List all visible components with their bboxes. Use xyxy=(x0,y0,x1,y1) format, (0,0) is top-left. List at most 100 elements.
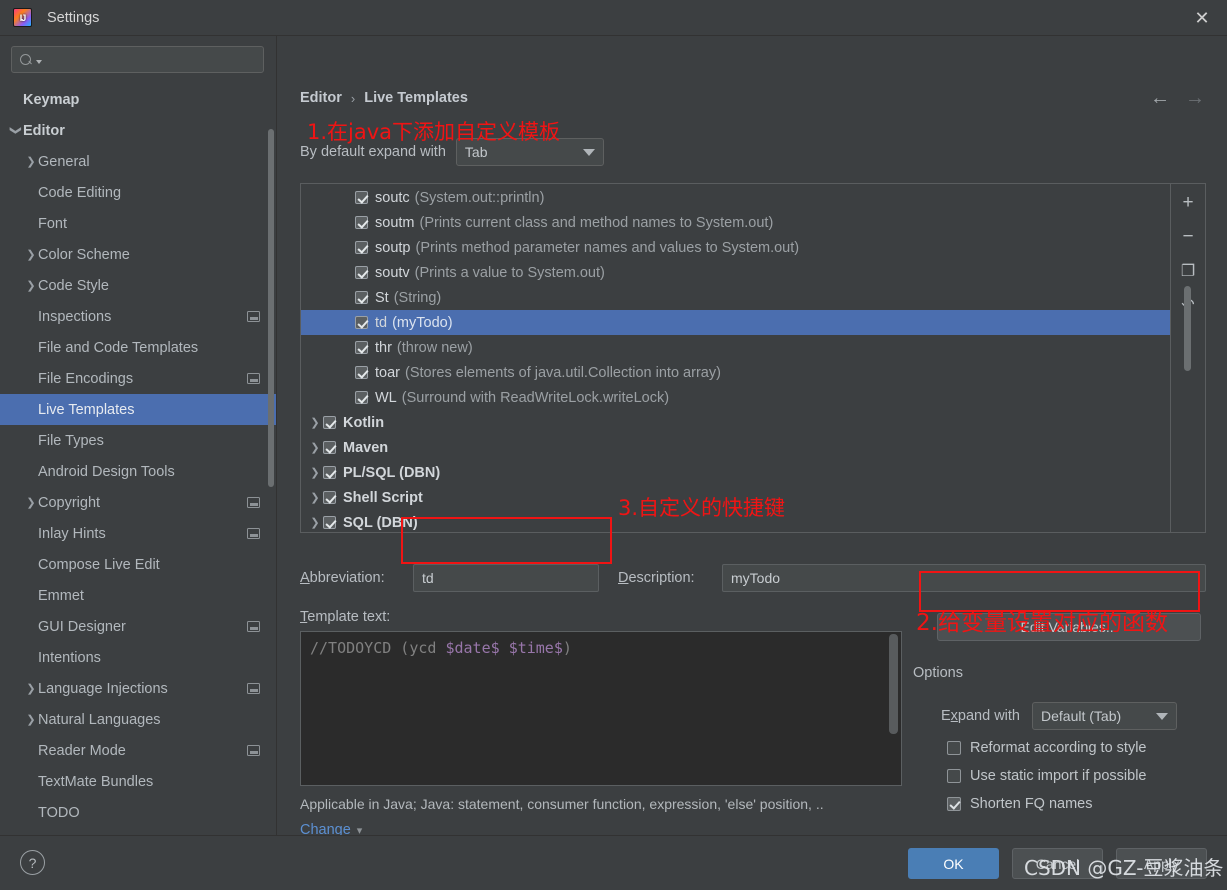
template-list-item[interactable]: soutv (Prints a value to System.out) xyxy=(301,260,1170,285)
sidebar-item-natural-languages[interactable]: ❯ Natural Languages xyxy=(0,704,276,735)
template-list-item[interactable]: soutm (Prints current class and method na… xyxy=(301,210,1170,235)
chevron-right-icon[interactable]: ❯ xyxy=(24,248,38,261)
add-icon[interactable]: + xyxy=(1177,192,1199,214)
help-icon[interactable]: ? xyxy=(20,850,45,875)
search-wrapper xyxy=(0,36,276,73)
sidebar-item-android-design-tools[interactable]: Android Design Tools xyxy=(0,456,276,487)
chevron-right-icon[interactable]: ❯ xyxy=(24,279,38,292)
template-list-item[interactable]: soutp (Prints method parameter names and … xyxy=(301,235,1170,260)
description-input[interactable]: myTodo xyxy=(722,564,1206,592)
template-enabled-checkbox[interactable] xyxy=(355,391,368,404)
chevron-right-icon[interactable]: ❯ xyxy=(307,416,323,429)
sidebar-item-gui-designer[interactable]: GUI Designer xyxy=(0,611,276,642)
sidebar-item-live-templates[interactable]: Live Templates xyxy=(0,394,276,425)
sidebar-item-file-types[interactable]: File Types xyxy=(0,425,276,456)
template-enabled-checkbox[interactable] xyxy=(355,341,368,354)
ok-button[interactable]: OK xyxy=(908,848,999,879)
sidebar-item-editor[interactable]: ❯ Editor xyxy=(0,115,276,146)
sidebar-item-reader-mode[interactable]: Reader Mode xyxy=(0,735,276,766)
sidebar-item-language-injections[interactable]: ❯ Language Injections xyxy=(0,673,276,704)
reformat-checkbox-row[interactable]: Reformat according to style xyxy=(947,740,1147,756)
expand-with-row: Expand with Default (Tab) xyxy=(941,702,1177,730)
template-enabled-checkbox[interactable] xyxy=(355,266,368,279)
shorten-fq-checkbox-row[interactable]: Shorten FQ names xyxy=(947,796,1093,812)
template-list-item[interactable]: ❯ PL/SQL (DBN) xyxy=(301,460,1170,485)
sidebar-item-compose-live-edit[interactable]: Compose Live Edit xyxy=(0,549,276,580)
template-enabled-checkbox[interactable] xyxy=(355,316,368,329)
sidebar-item-emmet[interactable]: Emmet xyxy=(0,580,276,611)
template-enabled-checkbox[interactable] xyxy=(355,291,368,304)
template-enabled-checkbox[interactable] xyxy=(323,516,336,529)
shorten-fq-checkbox[interactable] xyxy=(947,797,961,811)
sidebar-item-code-style[interactable]: ❯ Code Style xyxy=(0,270,276,301)
chevron-right-icon[interactable]: ❯ xyxy=(24,155,38,168)
template-enabled-checkbox[interactable] xyxy=(355,366,368,379)
template-list-item[interactable]: td (myTodo) xyxy=(301,310,1170,335)
template-enabled-checkbox[interactable] xyxy=(323,416,336,429)
sidebar-item-general[interactable]: ❯ General xyxy=(0,146,276,177)
static-import-checkbox[interactable] xyxy=(947,769,961,783)
static-import-checkbox-row[interactable]: Use static import if possible xyxy=(947,768,1146,784)
template-text-editor[interactable]: //TODOYCD (ycd $date$ $time$) xyxy=(300,631,902,786)
template-enabled-checkbox[interactable] xyxy=(355,241,368,254)
live-templates-list[interactable]: soutc (System.out::println) soutm (Prints c… xyxy=(301,184,1170,532)
sidebar-item-label: TODO xyxy=(38,804,80,821)
template-enabled-checkbox[interactable] xyxy=(323,466,336,479)
sidebar-item-code-editing[interactable]: Code Editing xyxy=(0,177,276,208)
template-enabled-checkbox[interactable] xyxy=(323,491,336,504)
edit-variables-button[interactable]: Edit Variables... xyxy=(937,613,1201,641)
template-enabled-checkbox[interactable] xyxy=(323,441,336,454)
template-list-item[interactable]: St (String) xyxy=(301,285,1170,310)
template-list-item[interactable]: ❯ Kotlin xyxy=(301,410,1170,435)
editor-scrollbar[interactable] xyxy=(889,634,898,734)
chevron-right-icon[interactable]: ❯ xyxy=(24,713,38,726)
template-description: (String) xyxy=(393,289,442,306)
close-icon[interactable]: ✕ xyxy=(1189,6,1215,30)
chevron-right-icon[interactable]: ❯ xyxy=(307,516,323,529)
sidebar-item-color-scheme[interactable]: ❯ Color Scheme xyxy=(0,239,276,270)
sidebar-scrollbar[interactable] xyxy=(268,129,274,487)
expand-with-dropdown[interactable]: Default (Tab) xyxy=(1032,702,1177,730)
template-list-item[interactable]: ❯ SQL (DBN) xyxy=(301,510,1170,532)
template-var-date: $date$ xyxy=(445,639,500,657)
sidebar-item-copyright[interactable]: ❯ Copyright xyxy=(0,487,276,518)
list-scrollbar[interactable] xyxy=(1184,286,1191,371)
default-expand-dropdown[interactable]: Tab xyxy=(455,138,604,166)
intellij-idea-logo-icon xyxy=(13,8,32,27)
arrow-left-icon[interactable]: ← xyxy=(1150,88,1170,108)
template-enabled-checkbox[interactable] xyxy=(355,191,368,204)
sidebar-item-todo[interactable]: TODO xyxy=(0,797,276,828)
sidebar-item-font[interactable]: Font xyxy=(0,208,276,239)
chevron-right-icon[interactable]: ❯ xyxy=(307,466,323,479)
sidebar-item-file-encodings[interactable]: File Encodings xyxy=(0,363,276,394)
dialog-footer: ? OK Cancel Apply xyxy=(0,835,1227,890)
chevron-right-icon[interactable]: ❯ xyxy=(307,491,323,504)
template-list-item[interactable]: WL (Surround with ReadWriteLock.writeLock… xyxy=(301,385,1170,410)
remove-icon[interactable]: − xyxy=(1177,226,1199,248)
chevron-down-icon[interactable]: ❯ xyxy=(10,124,23,138)
template-list-item[interactable]: ❯ Shell Script xyxy=(301,485,1170,510)
template-list-item[interactable]: toar (Stores elements of java.util.Collec… xyxy=(301,360,1170,385)
cancel-button[interactable]: Cancel xyxy=(1012,848,1103,879)
breadcrumb-parent[interactable]: Editor xyxy=(300,90,342,106)
chevron-right-icon[interactable]: ❯ xyxy=(24,682,38,695)
duplicate-icon[interactable]: ❐ xyxy=(1177,260,1199,282)
arrow-right-icon[interactable]: → xyxy=(1185,88,1205,108)
reformat-checkbox[interactable] xyxy=(947,741,961,755)
chevron-right-icon[interactable]: ❯ xyxy=(24,496,38,509)
chevron-right-icon[interactable]: ❯ xyxy=(307,441,323,454)
sidebar-item-file-and-code-templates[interactable]: File and Code Templates xyxy=(0,332,276,363)
template-list-item[interactable]: ❯ Maven xyxy=(301,435,1170,460)
sidebar-item-textmate-bundles[interactable]: TextMate Bundles xyxy=(0,766,276,797)
sidebar-item-keymap[interactable]: Keymap xyxy=(0,84,276,115)
template-list-item[interactable]: soutc (System.out::println) xyxy=(301,185,1170,210)
abbreviation-input[interactable]: td xyxy=(413,564,599,592)
search-input[interactable] xyxy=(11,46,264,73)
template-list-item[interactable]: thr (throw new) xyxy=(301,335,1170,360)
sidebar-item-intentions[interactable]: Intentions xyxy=(0,642,276,673)
sidebar-item-inlay-hints[interactable]: Inlay Hints xyxy=(0,518,276,549)
shorten-fq-label: Shorten FQ names xyxy=(970,796,1093,812)
sidebar-item-inspections[interactable]: Inspections xyxy=(0,301,276,332)
template-enabled-checkbox[interactable] xyxy=(355,216,368,229)
apply-button[interactable]: Apply xyxy=(1116,848,1207,879)
